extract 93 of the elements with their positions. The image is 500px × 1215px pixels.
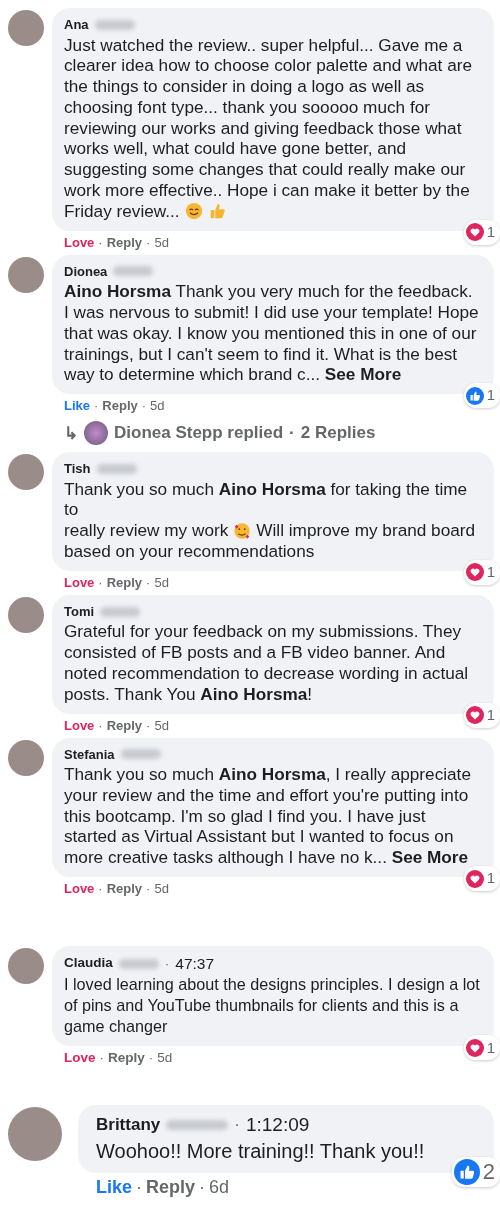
comment-age: 5d bbox=[154, 881, 169, 896]
reaction-badge[interactable]: 1 bbox=[463, 383, 500, 409]
reaction-count: 1 bbox=[486, 704, 495, 725]
avatar bbox=[84, 421, 108, 446]
separator-dot: · bbox=[146, 234, 151, 250]
reply-link[interactable]: Reply bbox=[146, 1177, 196, 1198]
smiley-icon bbox=[184, 202, 203, 221]
reaction-count: 1 bbox=[486, 1038, 495, 1058]
comment-text: I loved learning about the designs principles. I design a lot of pins and YouTube thumbnails for clients and this is a game changer bbox=[64, 974, 481, 1037]
reaction-link[interactable]: Love bbox=[64, 717, 95, 733]
reply-link[interactable]: Reply bbox=[106, 717, 143, 733]
avatar[interactable] bbox=[8, 1107, 62, 1161]
comment-text: Will improve my brand board bbox=[256, 520, 476, 541]
reply-link[interactable]: Reply bbox=[106, 234, 143, 250]
blurred-name bbox=[120, 749, 161, 760]
comment-text: Just watched the review.. super helpful... Gave me a clearer idea how to choose color palette and what are the things to consider in doing a logo as well as choosing font type... thank you sooooo much for reviewing our works and giving feedback those what works well, what could have gone better, and suggesting some changes that could really make our work more effective.. Hope i can make it better by the bbox=[64, 34, 473, 201]
author-name[interactable]: Dionea bbox=[64, 261, 108, 282]
video-timestamp[interactable]: 1:12:09 bbox=[245, 1112, 310, 1138]
reply-link[interactable]: Reply bbox=[106, 574, 143, 590]
separator-dot: · bbox=[99, 1050, 104, 1065]
thumbs-up-icon bbox=[465, 386, 484, 405]
separator-dot: · bbox=[136, 1177, 143, 1198]
comment-text: based on your recommendations bbox=[64, 541, 316, 562]
reply-link[interactable]: Reply bbox=[106, 881, 143, 896]
reply-link[interactable]: Reply bbox=[102, 398, 138, 414]
thumbs-up-icon bbox=[453, 1159, 480, 1185]
author-name[interactable]: Claudia bbox=[64, 953, 113, 974]
comment-text: really review my work bbox=[64, 520, 229, 541]
reaction-count: 1 bbox=[486, 562, 495, 583]
blurred-name bbox=[100, 606, 141, 617]
separator-dot: · bbox=[148, 1050, 154, 1065]
reaction-badge[interactable]: 1 bbox=[463, 1035, 500, 1060]
blurred-name bbox=[118, 958, 159, 969]
comment-text: Woohoo!! More training!! Thank you!! bbox=[96, 1139, 426, 1164]
comment-text: Friday review... bbox=[64, 200, 180, 221]
separator-dot: · bbox=[146, 717, 151, 733]
reaction-count: 1 bbox=[486, 221, 495, 242]
author-name[interactable]: Tish bbox=[64, 459, 91, 479]
blurred-name bbox=[94, 19, 135, 30]
replies-count[interactable]: 2 Replies bbox=[300, 423, 376, 444]
author-name[interactable]: Brittany bbox=[96, 1112, 161, 1138]
author-name[interactable]: Stefania bbox=[64, 744, 115, 765]
reaction-link[interactable]: Love bbox=[64, 574, 95, 590]
separator-dot: · bbox=[146, 574, 151, 590]
comment-age: 5d bbox=[150, 398, 165, 414]
separator-dot: · bbox=[164, 955, 170, 973]
reaction-count: 2 bbox=[482, 1159, 495, 1185]
separator-dot: · bbox=[94, 398, 99, 414]
comment-age: 5d bbox=[154, 234, 169, 250]
separator-dot: · bbox=[199, 1177, 206, 1198]
separator-dot: · bbox=[98, 234, 103, 250]
reaction-badge[interactable]: 1 bbox=[463, 702, 500, 728]
separator-dot: · bbox=[98, 574, 103, 590]
author-name[interactable]: Tomi bbox=[64, 601, 95, 622]
replies-link[interactable]: Dionea Stepp replied bbox=[114, 423, 284, 444]
avatar[interactable] bbox=[8, 256, 44, 293]
separator-dot: · bbox=[289, 423, 295, 444]
separator-dot: · bbox=[141, 398, 147, 414]
reaction-link[interactable]: Like bbox=[64, 398, 90, 414]
video-timestamp[interactable]: 47:37 bbox=[175, 953, 215, 974]
avatar[interactable] bbox=[8, 739, 44, 776]
blurred-name bbox=[96, 463, 137, 474]
reply-link[interactable]: Reply bbox=[108, 1050, 145, 1065]
separator-dot: · bbox=[98, 881, 103, 896]
separator-dot: · bbox=[234, 1114, 240, 1136]
comment-age: 5d bbox=[154, 574, 169, 590]
reaction-link[interactable]: Love bbox=[64, 1050, 96, 1065]
reaction-link[interactable]: Love bbox=[64, 234, 95, 250]
avatar[interactable] bbox=[8, 596, 44, 633]
reaction-count: 1 bbox=[486, 868, 495, 889]
avatar[interactable] bbox=[8, 454, 44, 491]
comment-age: 5d bbox=[157, 1050, 173, 1065]
comment-text: Aino Horsma Thank you very much for the feedback. I was nervous to submit! I did use your template! Hope that was okay. I know you mentioned this in one of our trainings, but I can't seem to find it. What is the best way to determine which brand c... See More bbox=[64, 281, 480, 386]
separator-dot: · bbox=[98, 717, 103, 733]
reaction-badge[interactable]: 1 bbox=[463, 866, 500, 891]
avatar[interactable] bbox=[8, 10, 44, 46]
reaction-count: 1 bbox=[486, 385, 495, 406]
smiley-hearts-icon bbox=[233, 521, 252, 540]
avatar[interactable] bbox=[8, 948, 44, 984]
comment-text: Grateful for your feedback on my submissions. They consisted of FB posts and a FB video banner. And noted recommendation to decrease wording in actual posts. Thank You Aino Horsma! bbox=[64, 621, 470, 705]
comment-age: 6d bbox=[209, 1177, 230, 1198]
reply-arrow: ↳ bbox=[64, 422, 78, 444]
separator-dot: · bbox=[146, 881, 151, 896]
reaction-badge[interactable]: 1 bbox=[463, 219, 500, 245]
comment-text: Thank you so much Aino Horsma, I really appreciate your review and the time and effort you're putting into this bootcamp. I'm so glad I find you. I have just started as Virtual Assistant but I wanted to focus on more creative tasks although I have no k... See More bbox=[64, 764, 472, 868]
blurred-name bbox=[166, 1120, 229, 1130]
reaction-badge[interactable]: 2 bbox=[451, 1157, 500, 1187]
reaction-link[interactable]: Like bbox=[96, 1177, 133, 1198]
reaction-link[interactable]: Love bbox=[64, 881, 95, 896]
reaction-badge[interactable]: 1 bbox=[463, 560, 500, 585]
author-name[interactable]: Ana bbox=[64, 15, 89, 35]
blurred-name bbox=[113, 266, 154, 277]
comment-age: 5d bbox=[154, 717, 169, 733]
